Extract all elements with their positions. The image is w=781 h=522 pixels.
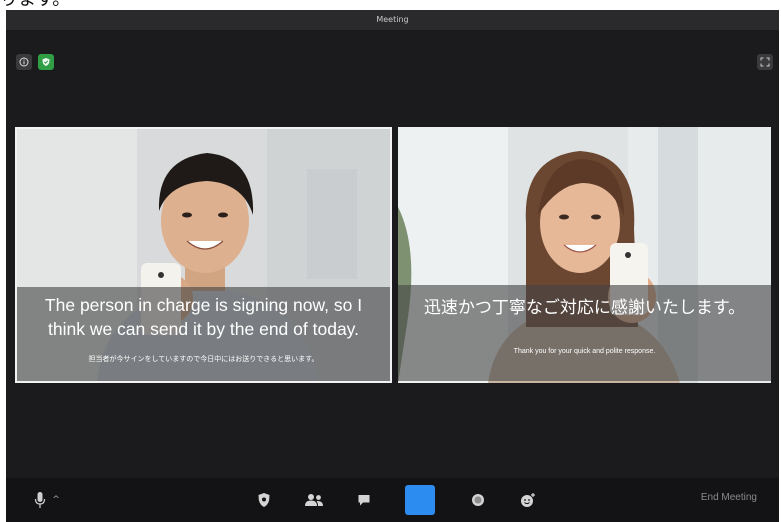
participants-icon xyxy=(305,494,323,506)
microphone-icon xyxy=(34,492,46,508)
video-tile-man[interactable]: The person in charge is signing now, so … xyxy=(15,127,392,383)
window-title: Meeting xyxy=(6,10,779,30)
info-icon xyxy=(19,57,29,67)
meeting-toolbar: ^ End Meeting xyxy=(6,478,779,522)
fullscreen-button[interactable] xyxy=(757,54,773,70)
record-button[interactable] xyxy=(468,490,488,510)
reactions-button[interactable] xyxy=(518,490,538,510)
audio-options-caret[interactable]: ^ xyxy=(50,494,62,506)
shield-icon xyxy=(258,493,270,507)
record-icon xyxy=(472,494,484,506)
participants-button[interactable] xyxy=(304,490,324,510)
caption-main-text: The person in charge is signing now, so … xyxy=(44,295,363,339)
caption-translation-text: Thank you for your quick and polite resp… xyxy=(513,348,656,355)
mute-button[interactable] xyxy=(30,490,50,510)
security-button[interactable] xyxy=(254,490,274,510)
fullscreen-icon xyxy=(760,57,770,67)
caption-band-right: 迅速かつ丁寧なご対応に感謝いたします。 Thank you for your q… xyxy=(398,285,771,381)
info-button[interactable] xyxy=(16,54,32,70)
video-tile-woman[interactable]: 迅速かつ丁寧なご対応に感謝いたします。 Thank you for your q… xyxy=(398,127,771,383)
chat-button[interactable] xyxy=(354,490,374,510)
end-meeting-button[interactable]: End Meeting xyxy=(701,492,757,503)
meeting-window: Meeting The person in charge is signing … xyxy=(6,10,779,522)
page-header-caption: ります。 xyxy=(0,0,70,10)
share-screen-button[interactable] xyxy=(405,485,435,515)
shield-check-icon xyxy=(42,58,50,66)
caption-translation-text: 担当者が今サインをしていますので今日中にはお送りできると思います。 xyxy=(88,356,319,363)
chat-icon xyxy=(358,495,370,506)
caption-main-text: 迅速かつ丁寧なご対応に感謝いたします。 xyxy=(423,298,746,317)
reactions-icon xyxy=(521,493,535,507)
caption-band-left: The person in charge is signing now, so … xyxy=(17,287,390,381)
encryption-status-button[interactable] xyxy=(38,54,54,70)
